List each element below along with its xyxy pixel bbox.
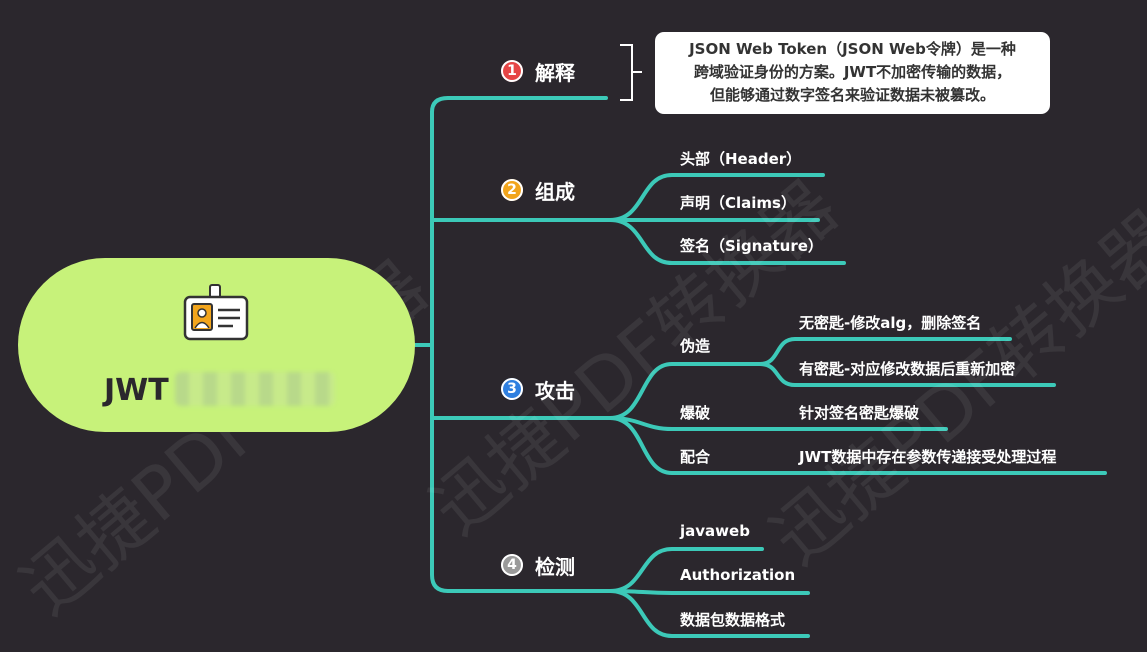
redacted-title-part	[175, 372, 335, 406]
id-badge-icon	[183, 284, 249, 341]
central-title: JWT	[104, 373, 169, 408]
compose-item-claims[interactable]: 声明（Claims）	[680, 192, 796, 213]
attack-forge-item-1[interactable]: 无密匙-修改alg，删除签名	[799, 312, 981, 333]
attack-combine-label[interactable]: 配合	[680, 446, 710, 467]
compose-item-signature[interactable]: 签名（Signature）	[680, 235, 823, 256]
connector-branch-1	[430, 96, 608, 114]
badge-3: 3	[501, 378, 523, 400]
badge-1: 1	[501, 60, 523, 82]
callout-line-1: JSON Web Token（JSON Web令牌）是一种	[689, 40, 1016, 58]
connector-detect-2	[608, 589, 810, 595]
branch-title-explain[interactable]: 解释	[535, 57, 575, 86]
bracket	[620, 44, 642, 101]
callout-line-3: 但能够通过数字签名来验证数据未被篡改。	[709, 86, 995, 104]
attack-crack-label[interactable]: 爆破	[680, 402, 710, 423]
badge-4: 4	[501, 554, 523, 576]
branch-title-detect[interactable]: 检测	[535, 551, 575, 580]
branch-title-attack[interactable]: 攻击	[535, 375, 575, 404]
explain-callout: JSON Web Token（JSON Web令牌）是一种 跨域验证身份的方案。…	[655, 32, 1050, 114]
detect-item-authorization[interactable]: Authorization	[680, 566, 795, 584]
badge-2: 2	[501, 179, 523, 201]
branch-title-compose[interactable]: 组成	[535, 176, 575, 205]
attack-combine-item-1[interactable]: JWT数据中存在参数传递接受处理过程	[799, 446, 1056, 467]
attack-crack-item-1[interactable]: 针对签名密匙爆破	[799, 402, 919, 423]
attack-forge-label[interactable]: 伪造	[680, 335, 710, 356]
connector-trunk-vertical	[430, 110, 450, 593]
mind-map: 迅捷PDF转换器 迅捷PDF转换器 迅捷PDF转换器 JWT 1 解释 JSON…	[0, 0, 1147, 652]
detect-item-javaweb[interactable]: javaweb	[680, 522, 750, 540]
detect-item-packet-format[interactable]: 数据包数据格式	[680, 609, 785, 630]
compose-item-header[interactable]: 头部（Header）	[680, 148, 801, 169]
attack-forge-item-2[interactable]: 有密匙-对应修改数据后重新加密	[799, 358, 1015, 379]
callout-line-2: 跨域验证身份的方案。JWT不加密传输的数据，	[693, 63, 1012, 81]
